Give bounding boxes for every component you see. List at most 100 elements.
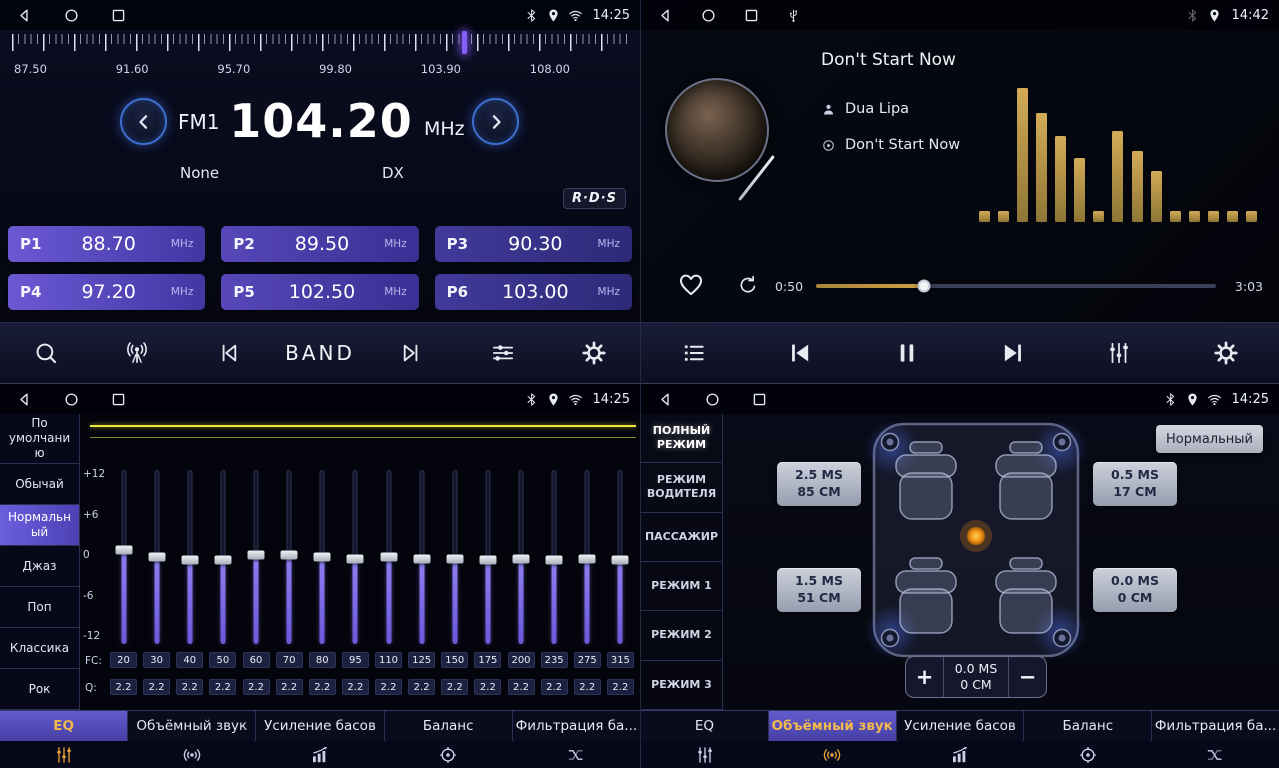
eq-band-slider[interactable] [143, 470, 170, 644]
settings-button[interactable] [1173, 340, 1279, 366]
eq-band-slider[interactable] [309, 470, 336, 644]
next-station-button[interactable] [366, 340, 457, 366]
audio-tab[interactable]: Объёмный звук [128, 711, 256, 741]
settings-button[interactable] [549, 340, 640, 366]
recents-icon[interactable] [110, 7, 127, 24]
eq-preset-item[interactable]: Нормальный [0, 505, 79, 546]
radio-preset-button[interactable]: P1 88.70 MHz [8, 226, 205, 262]
eq-band-slider[interactable] [209, 470, 236, 644]
sound-preset-button[interactable]: Нормальный [1156, 425, 1263, 453]
back-icon[interactable] [16, 7, 33, 24]
home-icon[interactable] [63, 7, 80, 24]
audio-tab[interactable]: Баланс [385, 711, 513, 741]
next-track-button[interactable] [960, 339, 1066, 367]
rear-left-delay-button[interactable]: 1.5 MS 51 CM [777, 568, 861, 612]
home-icon[interactable] [700, 7, 717, 24]
eq-band-slider[interactable] [276, 470, 303, 644]
audio-tab[interactable]: Фильтрация ба... [1152, 711, 1279, 741]
band-button[interactable]: BAND [274, 341, 365, 365]
tab-surround-button[interactable] [128, 745, 256, 765]
decrease-delay-button[interactable]: − [1008, 657, 1046, 697]
increase-delay-button[interactable]: + [906, 657, 944, 697]
slider-handle[interactable] [380, 553, 397, 562]
slider-handle[interactable] [413, 554, 430, 563]
radio-preset-button[interactable]: P3 90.30 MHz [435, 226, 632, 262]
tune-down-button[interactable] [120, 98, 167, 145]
listening-mode-item[interactable]: РЕЖИМ 2 [641, 611, 722, 660]
listening-mode-item[interactable]: РЕЖИМ 1 [641, 562, 722, 611]
tab-filter-button[interactable] [512, 745, 640, 765]
slider-handle[interactable] [148, 553, 165, 562]
favorite-button[interactable] [677, 271, 705, 299]
audio-tab[interactable]: EQ [641, 711, 769, 741]
radio-preset-button[interactable]: P5 102.50 MHz [221, 274, 418, 310]
slider-handle[interactable] [546, 556, 563, 565]
audio-tab[interactable]: EQ [0, 711, 128, 741]
progress-thumb[interactable] [918, 280, 931, 293]
playlist-button[interactable] [641, 340, 747, 366]
tab-eq-button[interactable] [641, 745, 769, 765]
rear-right-delay-button[interactable]: 0.0 MS 0 CM [1093, 568, 1177, 612]
repeat-button[interactable] [737, 274, 759, 296]
recents-icon[interactable] [110, 391, 127, 408]
progress-slider[interactable] [816, 284, 1216, 288]
listening-mode-item[interactable]: ПАССАЖИР [641, 513, 722, 562]
eq-band-slider[interactable] [541, 470, 568, 644]
eq-preset-item[interactable]: Классика [0, 628, 79, 669]
slider-handle[interactable] [115, 546, 132, 555]
slider-handle[interactable] [513, 554, 530, 563]
slider-handle[interactable] [579, 554, 596, 563]
equalizer-button[interactable] [457, 340, 548, 366]
recents-icon[interactable] [743, 7, 760, 24]
eq-band-slider[interactable] [508, 470, 535, 644]
tab-eq-button[interactable] [0, 745, 128, 765]
home-icon[interactable] [704, 391, 721, 408]
slider-handle[interactable] [479, 556, 496, 565]
audio-tab[interactable]: Объёмный звук [769, 711, 897, 741]
back-icon[interactable] [16, 391, 33, 408]
tune-up-button[interactable] [472, 98, 519, 145]
eq-preset-item[interactable]: По умолчанию [0, 414, 79, 464]
listening-mode-item[interactable]: РЕЖИМ ВОДИТЕЛЯ [641, 463, 722, 512]
listening-mode-item[interactable]: РЕЖИМ 3 [641, 661, 722, 710]
recents-icon[interactable] [751, 391, 768, 408]
eq-band-slider[interactable] [574, 470, 601, 644]
eq-band-slider[interactable] [176, 470, 203, 644]
previous-station-button[interactable] [183, 340, 274, 366]
slider-handle[interactable] [214, 556, 231, 565]
frequency-pointer[interactable] [462, 31, 467, 54]
slider-handle[interactable] [347, 554, 364, 563]
eq-band-slider[interactable] [342, 470, 369, 644]
slider-handle[interactable] [314, 553, 331, 562]
tab-bass-boost-button[interactable] [896, 745, 1024, 765]
auto-seek-button[interactable] [91, 340, 182, 366]
back-icon[interactable] [657, 7, 674, 24]
tab-filter-button[interactable] [1151, 745, 1279, 765]
listening-mode-item[interactable]: ПОЛНЫЙ РЕЖИМ [641, 414, 722, 463]
tab-balance-button[interactable] [384, 745, 512, 765]
eq-preset-item[interactable]: Поп [0, 587, 79, 628]
audio-tab[interactable]: Баланс [1024, 711, 1152, 741]
eq-band-slider[interactable] [110, 470, 137, 644]
radio-preset-button[interactable]: P6 103.00 MHz [435, 274, 632, 310]
radio-preset-button[interactable]: P2 89.50 MHz [221, 226, 418, 262]
tab-surround-button[interactable] [769, 745, 897, 765]
audio-tab[interactable]: Фильтрация ба... [513, 711, 640, 741]
slider-handle[interactable] [181, 556, 198, 565]
tab-balance-button[interactable] [1024, 745, 1152, 765]
radio-preset-button[interactable]: P4 97.20 MHz [8, 274, 205, 310]
eq-band-slider[interactable] [243, 470, 270, 644]
eq-band-slider[interactable] [607, 470, 634, 644]
eq-preset-item[interactable]: Обычай [0, 464, 79, 505]
back-icon[interactable] [657, 391, 674, 408]
slider-handle[interactable] [248, 551, 265, 560]
tab-bass-boost-button[interactable] [256, 745, 384, 765]
slider-handle[interactable] [446, 554, 463, 563]
front-right-delay-button[interactable]: 0.5 MS 17 CM [1093, 462, 1177, 506]
pause-button[interactable] [854, 339, 960, 367]
eq-band-slider[interactable] [408, 470, 435, 644]
audio-tab[interactable]: Усиление басов [256, 711, 384, 741]
eq-preset-item[interactable]: Рок [0, 669, 79, 710]
audio-tab[interactable]: Усиление басов [897, 711, 1025, 741]
equalizer-button[interactable] [1066, 340, 1172, 366]
